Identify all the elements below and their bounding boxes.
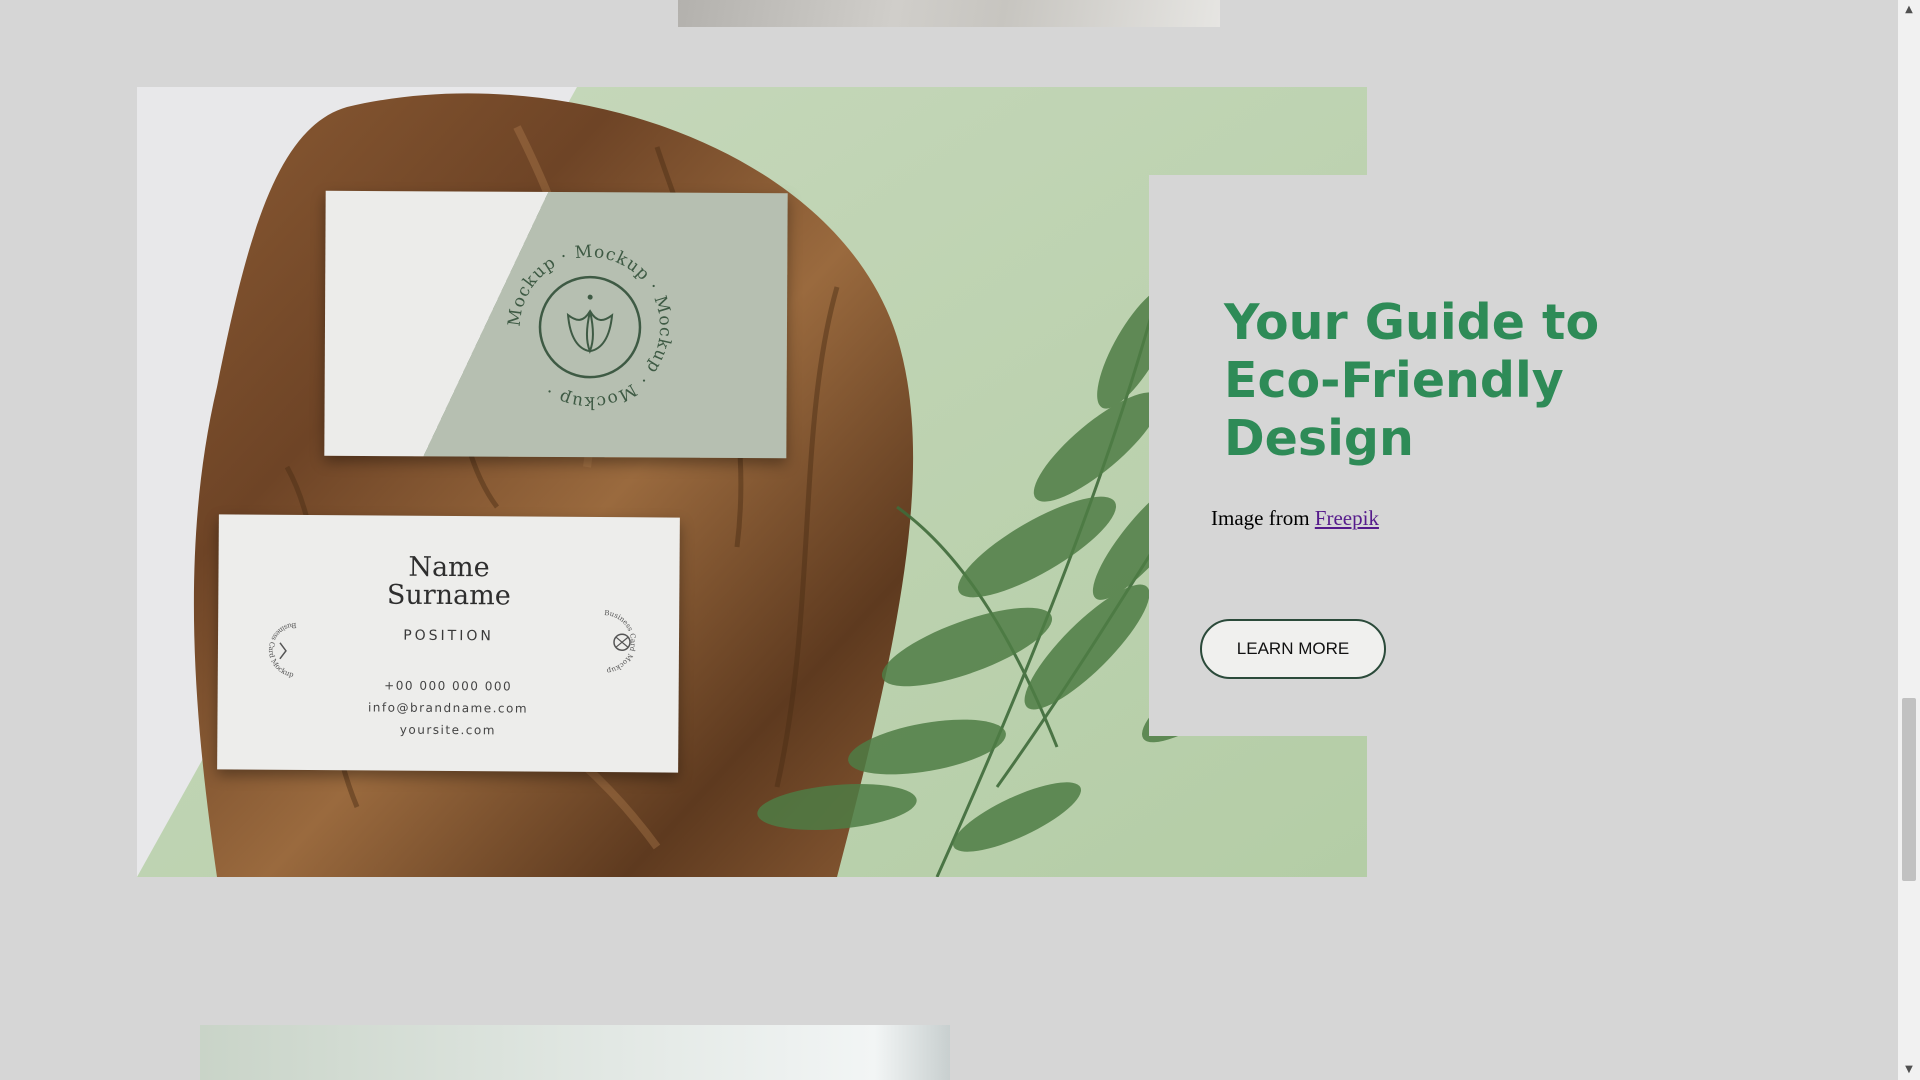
card-first-name: Name (408, 551, 490, 584)
mini-logo-right-icon: Business Card Mockup (604, 609, 638, 675)
scrollbar-thumb[interactable] (1902, 698, 1916, 881)
ring-text: Mockup · Mockup · Mockup · Mockup · (504, 241, 676, 412)
svg-text:Business Card Mockup: Business Card Mockup (604, 609, 638, 675)
card-website: yoursite.com (399, 722, 496, 738)
next-article-image (200, 1025, 950, 1080)
business-card-front: Mockup · Mockup · Mockup · Mockup · (324, 190, 788, 459)
card-email: info@brandname.com (367, 700, 529, 716)
vertical-scrollbar[interactable]: ▲ ▼ (1898, 0, 1920, 1080)
previous-article-image (678, 0, 1220, 27)
learn-more-button[interactable]: LEARN MORE (1200, 619, 1386, 679)
mini-logo-left-icon: Business Card Mockup (267, 621, 297, 679)
card-name-text: Name Surname (218, 551, 679, 612)
tulip-logo-icon: Mockup · Mockup · Mockup · Mockup · (504, 241, 676, 412)
svg-text:Business Card Mockup: Business Card Mockup (267, 621, 297, 679)
triangle-up-icon[interactable]: ▲ (1898, 0, 1920, 20)
image-credit-prefix: Image from (1211, 506, 1315, 530)
triangle-down-icon[interactable]: ▼ (1898, 1060, 1920, 1080)
article-headline: Your Guide to Eco-Friendly Design (1224, 294, 1600, 467)
page-viewport: Mockup · Mockup · Mockup · Mockup · Name… (0, 0, 1898, 1080)
freepik-link[interactable]: Freepik (1315, 506, 1379, 530)
image-credit: Image from Freepik (1211, 506, 1379, 531)
business-card-back: Name Surname POSITION +00 000 000 000 in… (217, 514, 680, 773)
